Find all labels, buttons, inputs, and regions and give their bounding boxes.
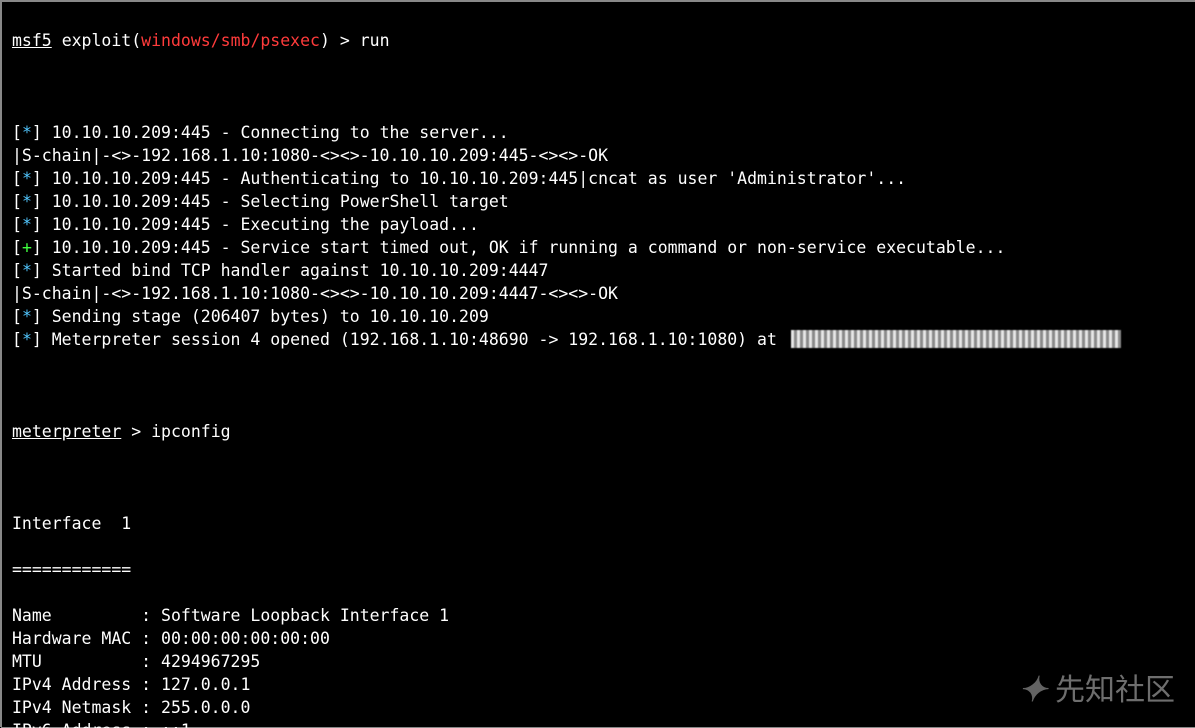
prompt-line-1: msf5 exploit(windows/smb/psexec) > run: [12, 29, 1185, 52]
row-value: 127.0.0.1: [161, 675, 250, 694]
status-line: [*] 10.10.10.209:445 - Executing the pay…: [12, 213, 1185, 236]
status-line: [*] Meterpreter session 4 opened (192.16…: [12, 328, 1185, 351]
interface-row: IPv4 Address : 127.0.0.1: [12, 673, 1185, 696]
redacted-block: [791, 330, 1121, 348]
watermark-text: 先知社区: [1055, 679, 1175, 702]
star-icon: *: [22, 215, 32, 234]
status-lines: [*] 10.10.10.209:445 - Connecting to the…: [12, 121, 1185, 351]
interface-1-header: Interface 1: [12, 512, 1185, 535]
run-command: run: [360, 31, 390, 50]
status-line: [*] 10.10.10.209:445 - Connecting to the…: [12, 121, 1185, 144]
interface-1-divider: ============: [12, 558, 1185, 581]
exploit-path: windows/smb/psexec: [141, 31, 320, 50]
star-icon: *: [22, 261, 32, 280]
star-icon: *: [22, 307, 32, 326]
row-value: 00:00:00:00:00:00: [161, 629, 330, 648]
interface-row: Name : Software Loopback Interface 1: [12, 604, 1185, 627]
prompt-line-2: meterpreter > ipconfig: [12, 420, 1185, 443]
interface-row: IPv4 Netmask : 255.0.0.0: [12, 696, 1185, 719]
row-key: MTU :: [12, 652, 161, 671]
interface-row: Hardware MAC : 00:00:00:00:00:00: [12, 627, 1185, 650]
status-line: [*] 10.10.10.209:445 - Authenticating to…: [12, 167, 1185, 190]
star-icon: *: [22, 169, 32, 188]
terminal-output[interactable]: msf5 exploit(windows/smb/psexec) > run […: [2, 2, 1195, 728]
blank-line: [12, 466, 1185, 489]
meterpreter-label: meterpreter: [12, 422, 121, 441]
watermark-icon: ✦: [1017, 679, 1052, 702]
star-icon: *: [22, 123, 32, 142]
row-value: 255.0.0.0: [161, 698, 250, 717]
watermark: ✦ 先知社区: [1021, 679, 1176, 702]
interface-1-rows: Name : Software Loopback Interface 1Hard…: [12, 604, 1185, 728]
row-key: Name :: [12, 606, 161, 625]
row-key: IPv4 Address :: [12, 675, 161, 694]
interface-row: MTU : 4294967295: [12, 650, 1185, 673]
row-key: IPv4 Netmask :: [12, 698, 161, 717]
blank-line: [12, 75, 1185, 98]
terminal-line: |S-chain|-<>-192.168.1.10:1080-<><>-10.1…: [12, 282, 1185, 305]
status-line: [*] 10.10.10.209:445 - Selecting PowerSh…: [12, 190, 1185, 213]
status-line: [*] Started bind TCP handler against 10.…: [12, 259, 1185, 282]
star-icon: *: [22, 192, 32, 211]
plus-icon: +: [22, 238, 32, 257]
status-line: [*] Sending stage (206407 bytes) to 10.1…: [12, 305, 1185, 328]
ipconfig-command: ipconfig: [151, 422, 230, 441]
blank-line: [12, 374, 1185, 397]
row-value: 4294967295: [161, 652, 260, 671]
msf-label: msf5: [12, 31, 52, 50]
status-line: [+] 10.10.10.209:445 - Service start tim…: [12, 236, 1185, 259]
terminal-line: |S-chain|-<>-192.168.1.10:1080-<><>-10.1…: [12, 144, 1185, 167]
star-icon: *: [22, 330, 32, 349]
row-value: Software Loopback Interface 1: [161, 606, 449, 625]
row-key: Hardware MAC :: [12, 629, 161, 648]
